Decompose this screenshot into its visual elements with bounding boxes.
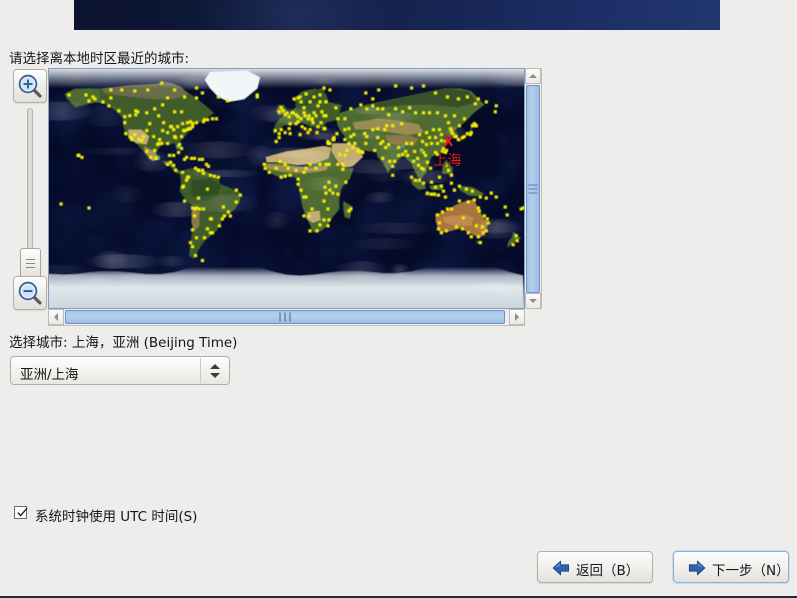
map-zoom-slider-thumb[interactable]: [20, 248, 41, 279]
timezone-select[interactable]: 亚洲/上海: [10, 356, 230, 385]
back-button-label: 返回（B）: [576, 559, 639, 579]
selected-city-text: 选择城市: 上海，亚洲 (Beijing Time): [9, 331, 237, 351]
map-zoom-slider[interactable]: [27, 108, 33, 270]
utc-checkbox[interactable]: [14, 506, 27, 519]
world-map-viewport[interactable]: X 上海: [48, 68, 525, 309]
zoom-in-button[interactable]: [13, 69, 47, 103]
next-button[interactable]: 下一步（N）: [673, 551, 789, 583]
map-vertical-scrollbar[interactable]: [526, 68, 542, 309]
world-map-image[interactable]: [49, 69, 524, 308]
magnifier-minus-icon: [17, 280, 43, 306]
scroll-grip: [278, 310, 293, 325]
chevron-down-icon: [529, 299, 537, 303]
chevron-right-icon: [515, 313, 519, 321]
map-horizontal-scrollbar[interactable]: [48, 310, 525, 326]
arrow-right-icon: [688, 560, 706, 576]
timezone-map-region: X 上海: [10, 68, 542, 326]
scroll-left-button[interactable]: [48, 309, 64, 325]
utc-checkbox-label: 系统时钟使用 UTC 时间(S): [35, 505, 197, 525]
scroll-right-button[interactable]: [509, 309, 525, 325]
arrow-left-icon: [552, 560, 570, 576]
checkmark-icon: [16, 506, 29, 519]
scroll-down-button[interactable]: [525, 293, 541, 309]
combo-separator: [200, 358, 201, 383]
map-frame: X 上海: [48, 68, 542, 326]
vertical-scroll-thumb[interactable]: [526, 85, 540, 293]
zoom-out-button[interactable]: [13, 276, 47, 310]
magnifier-plus-icon: [17, 73, 43, 99]
chevron-up-icon: [529, 74, 537, 78]
chevron-updown-icon: [210, 363, 221, 379]
next-button-label: 下一步（N）: [712, 559, 790, 579]
timezone-select-value: 亚洲/上海: [20, 363, 79, 383]
scroll-grip: [529, 182, 538, 197]
scroll-up-button[interactable]: [525, 68, 541, 84]
header-banner-area: [0, 0, 797, 32]
back-button[interactable]: 返回（B）: [537, 551, 653, 583]
chevron-left-icon: [54, 313, 58, 321]
page-title: 请选择离本地时区最近的城市:: [9, 47, 189, 67]
map-zoom-controls: [10, 68, 50, 310]
installer-banner: [74, 0, 720, 30]
banner-sheen: [194, 0, 394, 30]
horizontal-scroll-thumb[interactable]: [65, 310, 505, 324]
